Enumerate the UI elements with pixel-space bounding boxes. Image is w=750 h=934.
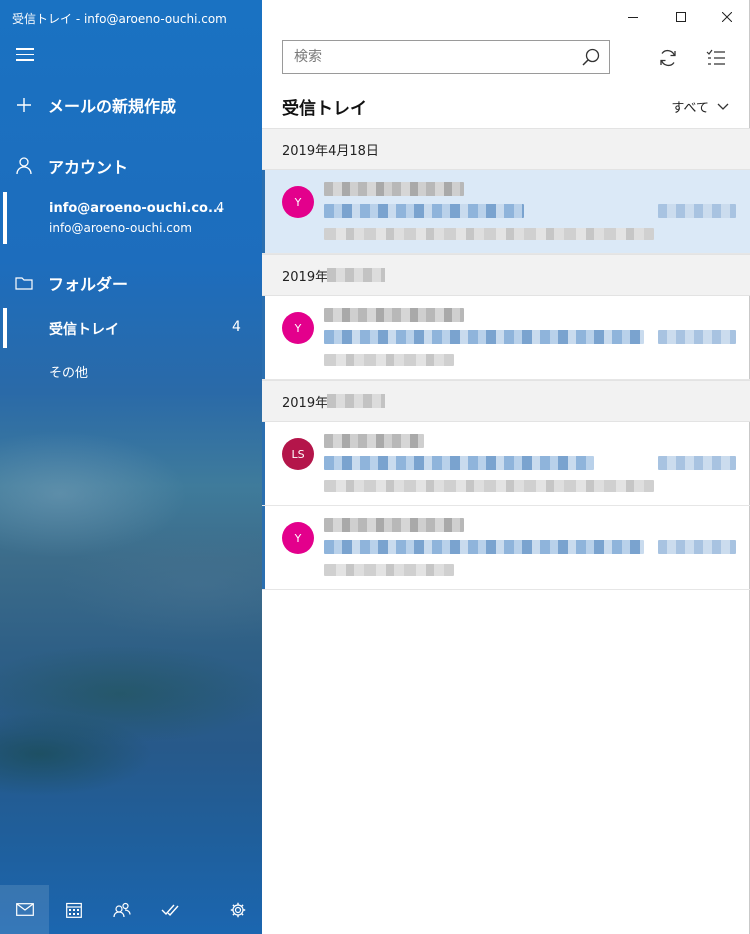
- date-header-label: 2019年4月18日: [282, 143, 379, 159]
- sender-redacted: [324, 182, 464, 196]
- time-redacted: [658, 204, 736, 218]
- background-image: [0, 394, 262, 814]
- avatar: Y: [282, 522, 314, 554]
- sender-redacted: [324, 518, 464, 532]
- people-icon[interactable]: [97, 885, 146, 934]
- unread-indicator: [262, 296, 265, 379]
- folder-icon: [0, 276, 48, 290]
- message-item[interactable]: Y: [262, 170, 750, 254]
- date-header: 2019年4月18日: [262, 128, 750, 170]
- todo-icon[interactable]: [145, 885, 194, 934]
- preview-redacted: [324, 564, 454, 576]
- folders-label: フォルダー: [48, 275, 129, 294]
- navigation-pane: 受信トレイ - info@aroeno-ouchi.com メールの新規作成 ア…: [0, 0, 262, 934]
- message-list: 2019年4月18日 Y 2019年 Y 2019年 LS Y: [262, 128, 750, 590]
- folder-item-other[interactable]: その他: [0, 354, 262, 388]
- preview-redacted: [324, 480, 654, 492]
- account-email: info@aroeno-ouchi.com: [49, 221, 192, 235]
- accounts-label: アカウント: [48, 158, 129, 177]
- preview-redacted: [324, 228, 654, 240]
- calendar-icon[interactable]: [49, 885, 98, 934]
- new-mail-button[interactable]: メールの新規作成: [0, 92, 262, 118]
- chevron-down-icon: [717, 103, 729, 110]
- date-header: 2019年: [262, 254, 750, 296]
- message-item[interactable]: Y: [262, 506, 750, 590]
- avatar: Y: [282, 312, 314, 344]
- folder-title: 受信トレイ: [282, 99, 367, 119]
- search-icon[interactable]: [573, 41, 609, 73]
- date-redacted: [327, 394, 385, 408]
- window-title: 受信トレイ - info@aroeno-ouchi.com: [12, 12, 227, 26]
- plus-icon: [0, 97, 48, 113]
- date-header-label: 2019年: [282, 395, 329, 411]
- account-name: info@aroeno-ouchi.co...: [49, 201, 223, 216]
- unread-indicator: [262, 170, 265, 253]
- minimize-icon[interactable]: [608, 0, 658, 34]
- mail-icon[interactable]: [0, 885, 49, 934]
- time-redacted: [658, 330, 736, 344]
- date-redacted: [327, 268, 385, 282]
- time-redacted: [658, 540, 736, 554]
- folder-label: 受信トレイ: [49, 322, 119, 338]
- subject-redacted: [324, 540, 644, 554]
- search-input[interactable]: [283, 42, 573, 72]
- app-switcher-bar: [0, 885, 262, 934]
- folder-item-inbox[interactable]: 受信トレイ 4: [0, 308, 262, 348]
- avatar: Y: [282, 186, 314, 218]
- accounts-header[interactable]: アカウント: [0, 153, 262, 179]
- message-item[interactable]: LS: [262, 422, 750, 506]
- message-item[interactable]: Y: [262, 296, 750, 380]
- date-header-label: 2019年: [282, 269, 329, 285]
- hamburger-icon[interactable]: [16, 48, 34, 62]
- unread-indicator: [262, 506, 265, 589]
- selection-indicator: [3, 308, 7, 348]
- person-icon: [0, 157, 48, 175]
- preview-redacted: [324, 354, 454, 366]
- subject-redacted: [324, 456, 594, 470]
- folder-label: その他: [49, 366, 89, 381]
- folders-header[interactable]: フォルダー: [0, 270, 262, 296]
- filter-label: すべて: [671, 101, 709, 116]
- account-item[interactable]: info@aroeno-ouchi.co... 4 info@aroeno-ou…: [0, 192, 262, 244]
- date-header: 2019年: [262, 380, 750, 422]
- settings-icon[interactable]: [213, 885, 262, 934]
- sync-icon[interactable]: [650, 42, 686, 74]
- unread-indicator: [262, 422, 265, 505]
- filter-dropdown[interactable]: すべて: [671, 97, 729, 116]
- folder-unread-count: 4: [232, 319, 241, 335]
- subject-redacted: [324, 204, 524, 218]
- search-box: [282, 40, 610, 74]
- subject-redacted: [324, 330, 644, 344]
- close-icon[interactable]: [702, 0, 750, 34]
- sender-redacted: [324, 308, 464, 322]
- time-redacted: [658, 456, 736, 470]
- new-mail-label: メールの新規作成: [48, 97, 177, 116]
- account-unread-count: 4: [216, 201, 225, 216]
- avatar: LS: [282, 438, 314, 470]
- message-list-pane: 受信トレイ すべて 2019年4月18日 Y 2019年 Y: [262, 0, 750, 934]
- maximize-icon[interactable]: [656, 0, 706, 34]
- selection-mode-icon[interactable]: [698, 42, 734, 74]
- selection-indicator: [3, 192, 7, 244]
- sender-redacted: [324, 434, 424, 448]
